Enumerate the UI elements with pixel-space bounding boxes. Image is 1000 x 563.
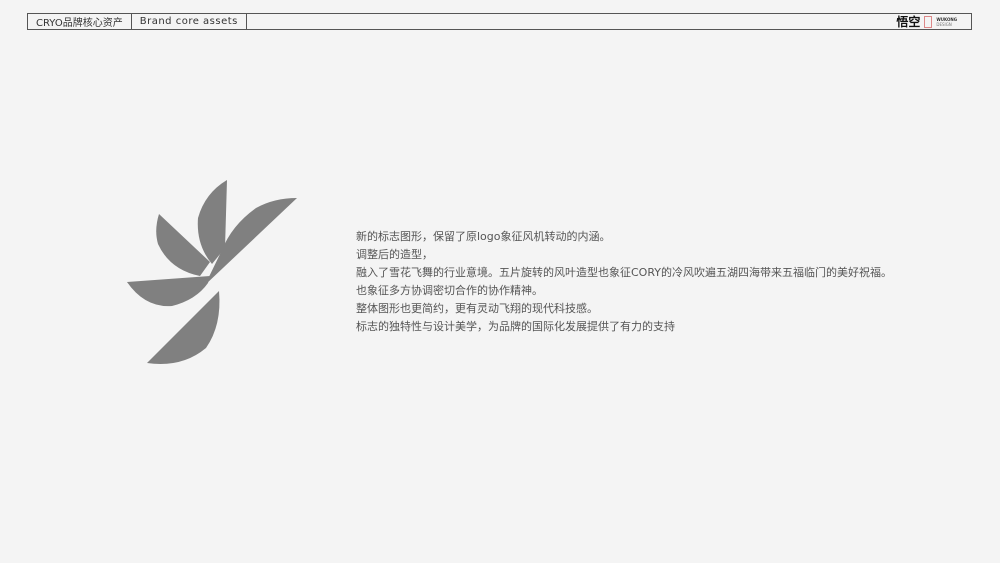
logo-description: 新的标志图形，保留了原logo象征风机转动的内涵。 调整后的造型， 融入了雪花飞… — [356, 228, 892, 336]
description-line: 也象征多方协调密切合作的协作精神。 — [356, 284, 543, 297]
description-line: 新的标志图形，保留了原logo象征风机转动的内涵。 — [356, 230, 611, 243]
logo-petal-horizontal — [127, 276, 210, 307]
description-line: 整体图形也更简约，更有灵动飞翔的现代科技感。 — [356, 302, 598, 315]
description-line: 融入了雪花飞舞的行业意境。五片旋转的风叶造型也象征CORY的冷风吹遍五湖四海带来… — [356, 266, 892, 279]
description-line: 标志的独特性与设计美学，为品牌的国际化发展提供了有力的支持 — [356, 320, 675, 333]
description-line: 调整后的造型， — [356, 248, 433, 261]
